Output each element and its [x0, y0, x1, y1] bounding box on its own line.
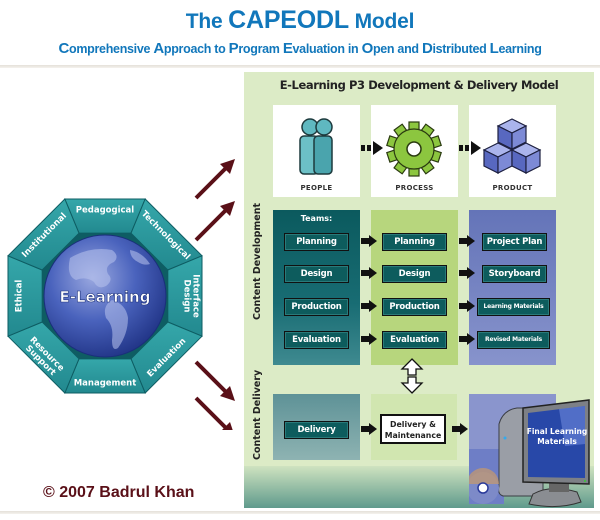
arrow-right-icon — [459, 267, 475, 279]
gear-icon — [386, 121, 442, 177]
teams-label: Teams: — [300, 214, 333, 223]
subtitle-word: Program — [228, 40, 283, 57]
arrow-down-right-icon — [194, 360, 235, 401]
segment-label: Pedagogical — [76, 206, 135, 216]
cd-disc-icon — [469, 468, 499, 504]
product-label: PRODUCT — [492, 184, 533, 192]
process-box: PROCESS — [371, 105, 458, 197]
product-storyboard: Storyboard — [482, 265, 547, 283]
arrow-up-right-icon — [194, 159, 235, 200]
people-box: PEOPLE — [273, 105, 360, 197]
center-label: E-Learning — [60, 288, 151, 306]
bidirectional-arrow-icon — [400, 358, 424, 394]
product-learning-materials: Learning Materials — [477, 298, 550, 316]
elearning-framework-octagon: E-Learning Pedagogical TechnologicalInter… — [7, 198, 203, 394]
arrow-right-icon — [361, 300, 377, 312]
team-planning: Planning — [284, 233, 349, 251]
product-project-plan: Project Plan — [482, 233, 547, 251]
process-planning: Planning — [382, 233, 447, 251]
subtitle-word: Learning — [489, 40, 542, 57]
product-revised-materials: Revised Materials — [477, 331, 550, 349]
team-evaluation: Evaluation — [284, 331, 349, 349]
arrow-right-icon — [459, 333, 475, 345]
people-label: PEOPLE — [300, 184, 333, 192]
final-materials-line1: Final Learning — [527, 427, 588, 436]
dashed-arrow-icon — [459, 141, 481, 155]
team-delivery: Delivery — [284, 421, 349, 439]
arrow-down-right-icon — [194, 396, 233, 430]
segment-label: Management — [74, 379, 137, 389]
arrow-right-icon — [452, 423, 468, 435]
subtitle-word: Distributed — [421, 40, 490, 57]
arrow-right-icon — [459, 235, 475, 247]
arrow-right-icon — [361, 423, 377, 435]
subtitle-word: Evaluation in — [282, 40, 362, 57]
product-box: PRODUCT — [469, 105, 556, 197]
arrow-up-right-icon — [194, 201, 235, 242]
dashed-arrow-icon — [361, 141, 383, 155]
framework-arrows — [194, 159, 235, 430]
process-production: Production — [382, 298, 447, 316]
cubes-icon — [482, 118, 542, 174]
final-materials-line2: Materials — [537, 437, 577, 446]
footer-divider — [0, 511, 600, 514]
people-icon — [299, 118, 333, 175]
arrow-right-icon — [361, 235, 377, 247]
process-design: Design — [382, 265, 447, 283]
page-title: The CAPEODL Model — [185, 6, 415, 34]
model-title: E-Learning P3 Development & Delivery Mod… — [279, 78, 559, 92]
arrow-right-icon — [361, 333, 377, 345]
header-divider — [0, 65, 600, 68]
subtitle-word: Comprehensive — [58, 40, 154, 57]
arrow-right-icon — [361, 267, 377, 279]
content-delivery-label: Content Delivery — [252, 369, 263, 460]
process-evaluation: Evaluation — [382, 331, 447, 349]
arrow-right-icon — [459, 300, 475, 312]
subtitle-word: Open and — [361, 40, 422, 57]
content-development-label: Content Development — [252, 202, 263, 320]
subtitle-word: Approach to — [153, 40, 229, 57]
delivery-maintenance-box: Delivery & Maintenance — [380, 414, 446, 444]
copyright-notice: © 2007 Badrul Khan — [43, 484, 195, 501]
team-design: Design — [284, 265, 349, 283]
team-production: Production — [284, 298, 349, 316]
process-label: PROCESS — [395, 184, 434, 192]
segment-label: Ethical — [15, 280, 25, 313]
page-subtitle: Comprehensive Approach to Program Evalua… — [0, 40, 600, 57]
computer-icon: Final Learning Materials — [469, 394, 590, 508]
